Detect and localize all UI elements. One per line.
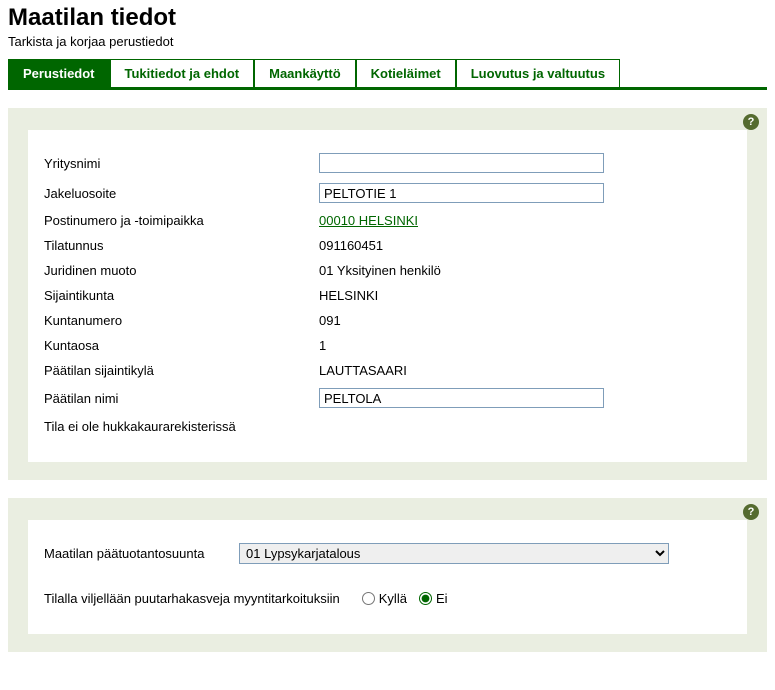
paatila-sij-label: Päätilan sijaintikylä [44, 363, 319, 378]
paatuotanto-select[interactable]: 01 Lypsykarjatalous [239, 543, 669, 564]
yritysnimi-input[interactable] [319, 153, 604, 173]
viljely-radio-yes[interactable] [362, 592, 375, 605]
tab-luovutus[interactable]: Luovutus ja valtuutus [456, 59, 620, 87]
tab-tukitiedot[interactable]: Tukitiedot ja ehdot [110, 59, 255, 87]
help-icon[interactable]: ? [743, 114, 759, 130]
tabs-container: Perustiedot Tukitiedot ja ehdot Maankäyt… [8, 59, 767, 90]
kuntanumero-value: 091 [319, 313, 341, 328]
tilatunnus-label: Tilatunnus [44, 238, 319, 253]
tilatunnus-value: 091160451 [319, 238, 383, 253]
paatila-nimi-label: Päätilan nimi [44, 391, 319, 406]
juridinen-value: 01 Yksityinen henkilö [319, 263, 441, 278]
viljely-radio-no[interactable] [419, 592, 432, 605]
paatuotanto-label: Maatilan päätuotantosuunta [44, 546, 239, 561]
hukkakaura-note: Tila ei ole hukkakaurarekisterissä [44, 413, 731, 434]
help-icon[interactable]: ? [743, 504, 759, 520]
kuntaosa-value: 1 [319, 338, 326, 353]
viljely-no-label: Ei [436, 591, 448, 606]
production-panel: ? Maatilan päätuotantosuunta 01 Lypsykar… [8, 498, 767, 652]
basic-info-panel: ? Yritysnimi Jakeluosoite Postinumero ja… [8, 108, 767, 480]
jakeluosoite-input[interactable] [319, 183, 604, 203]
tab-perustiedot[interactable]: Perustiedot [8, 59, 110, 87]
page-title: Maatilan tiedot [8, 4, 767, 32]
juridinen-label: Juridinen muoto [44, 263, 319, 278]
postinumero-label: Postinumero ja -toimipaikka [44, 213, 319, 228]
yritysnimi-label: Yritysnimi [44, 156, 319, 171]
sijaintikunta-label: Sijaintikunta [44, 288, 319, 303]
kuntaosa-label: Kuntaosa [44, 338, 319, 353]
postinumero-link[interactable]: 00010 HELSINKI [319, 213, 418, 228]
sijaintikunta-value: HELSINKI [319, 288, 378, 303]
paatila-nimi-input[interactable] [319, 388, 604, 408]
jakeluosoite-label: Jakeluosoite [44, 186, 319, 201]
tab-maankaytto[interactable]: Maankäyttö [254, 59, 356, 87]
kuntanumero-label: Kuntanumero [44, 313, 319, 328]
basic-info-inner: Yritysnimi Jakeluosoite Postinumero ja -… [28, 130, 747, 462]
tab-kotielaimet[interactable]: Kotieläimet [356, 59, 456, 87]
viljely-label: Tilalla viljellään puutarhakasveja myynt… [44, 591, 340, 606]
page-subtitle: Tarkista ja korjaa perustiedot [8, 34, 767, 49]
viljely-yes-label: Kyllä [379, 591, 407, 606]
paatila-sij-value: LAUTTASAARI [319, 363, 407, 378]
production-inner: Maatilan päätuotantosuunta 01 Lypsykarja… [28, 520, 747, 634]
